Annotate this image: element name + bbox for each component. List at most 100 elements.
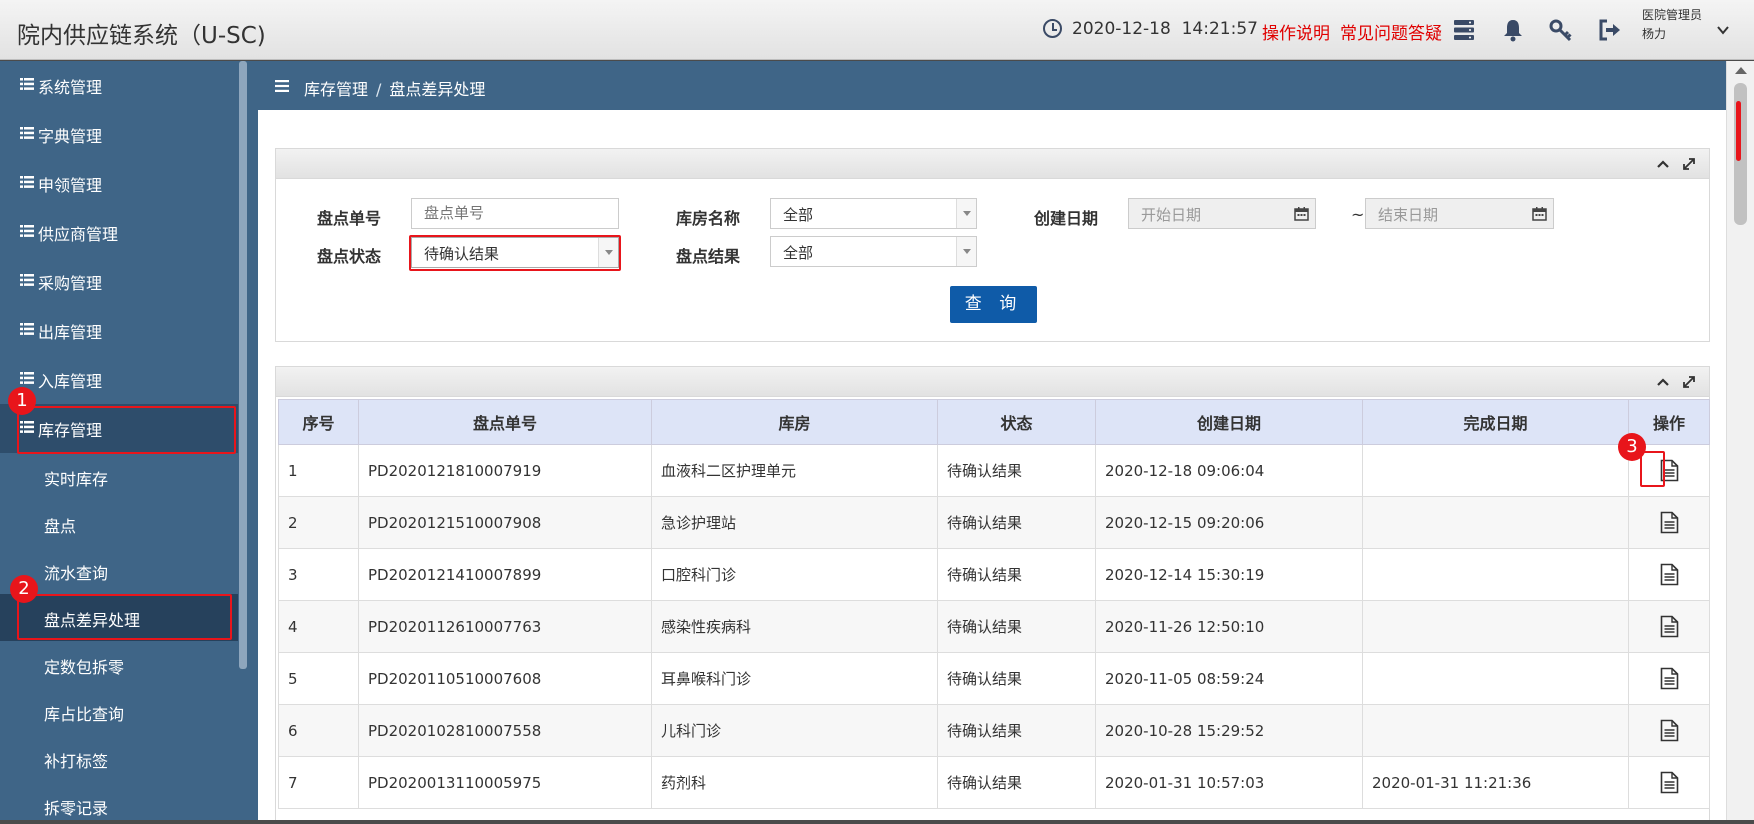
sidebar-item-requisition[interactable]: 申领管理 [0,159,238,208]
document-icon[interactable] [1660,563,1679,586]
cell-warehouse: 耳鼻喉科门诊 [651,652,938,705]
document-icon[interactable] [1660,615,1679,638]
table-row[interactable]: 6 PD2020102810007558 儿科门诊 待确认结果 2020-10-… [278,704,1710,757]
sidebar-subitem-split-record[interactable]: 拆零记录 [0,782,238,820]
query-button[interactable]: 查 询 [950,286,1037,323]
order-no-input[interactable] [411,198,619,229]
sidebar-subitem-label: 拆零记录 [44,799,109,818]
highlight-action-icon [1640,451,1665,487]
sidebar-subitem-label: 实时库存 [44,470,109,489]
document-icon[interactable] [1660,667,1679,690]
calendar-icon[interactable] [1294,206,1309,221]
cell-warehouse: 儿科门诊 [651,704,938,757]
table-row[interactable]: 3 PD2020121410007899 口腔科门诊 待确认结果 2020-12… [278,548,1710,601]
sidebar-scrollbar[interactable] [239,61,247,669]
document-icon[interactable] [1660,719,1679,742]
server-icon[interactable] [1451,17,1477,43]
list-icon [20,176,34,188]
cell-status: 待确认结果 [937,756,1096,809]
cell-created-date: 2020-11-05 08:59:24 [1095,652,1363,705]
list-icon [20,127,34,139]
cell-status: 待确认结果 [937,496,1096,549]
step-badge-2: 2 [10,575,38,603]
sidebar-subitem-label: 库占比查询 [44,705,125,724]
table-row[interactable]: 5 PD2020110510007608 耳鼻喉科门诊 待确认结果 2020-1… [278,652,1710,705]
document-icon[interactable] [1660,511,1679,534]
page-scrollbar[interactable] [1726,61,1754,820]
sidebar-item-inbound[interactable]: 入库管理 [0,355,238,404]
scroll-up-icon[interactable] [1735,67,1747,74]
collapse-icon[interactable] [1651,370,1675,394]
cell-finished-date [1362,704,1629,757]
cell-finished-date [1362,652,1629,705]
table-row[interactable]: 1 PD2020121810007919 血液科二区护理单元 待确认结果 202… [278,444,1710,497]
column-header-created-date[interactable]: 创建日期 [1095,399,1363,445]
help-link[interactable]: 操作说明 [1262,19,1330,44]
cell-finished-date [1362,548,1629,601]
table-row[interactable]: 7 PD2020013110005975 药剂科 待确认结果 2020-01-3… [278,756,1710,809]
collapse-icon[interactable] [1651,152,1675,176]
sidebar-item-outbound[interactable]: 出库管理 [0,306,238,355]
sidebar-item-dictionary[interactable]: 字典管理 [0,110,238,159]
faq-link[interactable]: 常见问题答疑 [1340,19,1442,44]
highlight-stocktake-diff [17,594,232,640]
cell-created-date: 2020-12-14 15:30:19 [1095,548,1363,601]
cell-created-date: 2020-01-31 10:57:03 [1095,756,1363,809]
breadcrumb-parent[interactable]: 库存管理 [304,80,368,99]
sidebar-subitem-stocktake[interactable]: 盘点 [0,500,238,547]
cell-actions [1628,548,1710,601]
result-panel-header [276,367,1709,397]
column-header-index[interactable]: 序号 [278,399,359,445]
clock-icon [1043,19,1062,38]
column-header-status[interactable]: 状态 [937,399,1096,445]
result-label: 盘点结果 [676,247,741,266]
stocktake-table: 序号 盘点单号 库房 状态 创建日期 完成日期 操作 1 PD202012181… [278,399,1710,809]
dropdown-arrow-icon [956,199,976,228]
cell-status: 待确认结果 [937,600,1096,653]
order-no-label: 盘点单号 [317,209,382,228]
column-header-warehouse[interactable]: 库房 [651,399,938,445]
start-date-input[interactable]: 开始日期 [1128,198,1316,229]
cell-index: 7 [278,756,359,809]
sidebar-item-purchase[interactable]: 采购管理 [0,257,238,306]
warehouse-select-value: 全部 [783,206,814,224]
sidebar-subitem-package-split[interactable]: 定数包拆零 [0,641,238,688]
cell-finished-date [1362,496,1629,549]
sidebar-item-supplier[interactable]: 供应商管理 [0,208,238,257]
key-icon[interactable] [1548,17,1574,43]
sidebar-subitem-label: 定数包拆零 [44,658,125,677]
sidebar-item-label: 采购管理 [38,274,103,293]
cell-created-date: 2020-10-28 15:29:52 [1095,704,1363,757]
column-header-order-no[interactable]: 盘点单号 [358,399,652,445]
expand-icon[interactable] [1677,370,1701,394]
sidebar-subitem-reprint-label[interactable]: 补打标签 [0,735,238,782]
start-date-placeholder: 开始日期 [1141,206,1202,224]
table-row[interactable]: 4 PD2020112610007763 感染性疾病科 待确认结果 2020-1… [278,600,1710,653]
chevron-down-icon[interactable] [1716,24,1730,36]
list-icon [20,372,34,384]
sidebar-subitem-stock-ratio[interactable]: 库占比查询 [0,688,238,735]
bell-icon[interactable] [1500,17,1526,43]
table-row[interactable]: 2 PD2020121510007908 急诊护理站 待确认结果 2020-12… [278,496,1710,549]
cell-order-no: PD2020110510007608 [358,652,652,705]
document-icon[interactable] [1660,771,1679,794]
menu-icon[interactable] [275,80,289,92]
end-date-input[interactable]: 结束日期 [1365,198,1554,229]
logout-icon[interactable] [1597,17,1623,43]
warehouse-select[interactable]: 全部 [770,198,977,229]
cell-created-date: 2020-11-26 12:50:10 [1095,600,1363,653]
result-select[interactable]: 全部 [770,236,977,267]
cell-actions [1628,756,1710,809]
column-header-finished-date[interactable]: 完成日期 [1362,399,1629,445]
bottom-strip [0,820,1754,824]
cell-index: 3 [278,548,359,601]
cell-actions [1628,600,1710,653]
breadcrumb-current: 盘点差异处理 [389,80,486,99]
calendar-icon[interactable] [1532,206,1547,221]
cell-order-no: PD2020121810007919 [358,444,652,497]
highlight-inventory [17,406,236,454]
expand-icon[interactable] [1677,152,1701,176]
sidebar-item-system[interactable]: 系统管理 [0,61,238,110]
cell-order-no: PD2020121410007899 [358,548,652,601]
sidebar-subitem-realtime-stock[interactable]: 实时库存 [0,453,238,500]
